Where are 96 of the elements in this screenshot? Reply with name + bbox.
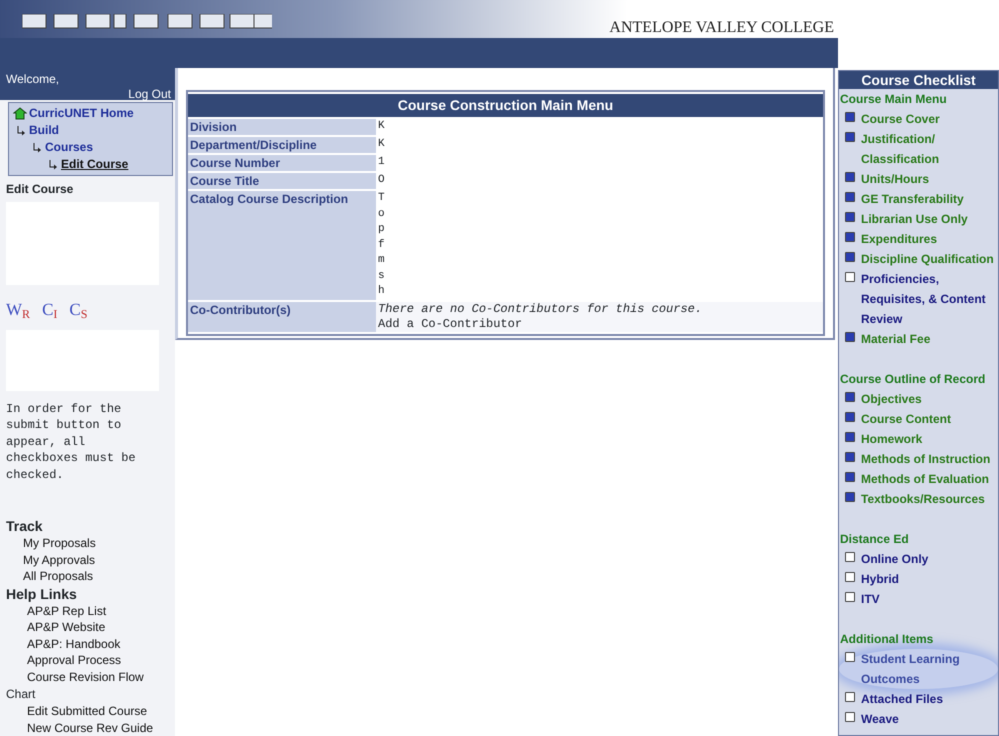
checklist-link[interactable]: Textbooks/Resources <box>861 489 985 509</box>
field-label: Course Title <box>188 173 376 189</box>
checkbox[interactable] <box>845 692 855 702</box>
checklist-link[interactable]: Online Only <box>861 549 928 569</box>
group-heading: Distance Ed <box>839 531 910 548</box>
sidebar-link[interactable]: My Proposals <box>0 535 175 552</box>
section-heading: Track <box>5 517 44 535</box>
checklist-link[interactable]: Proficiencies, Requisites, & Content Review <box>861 269 998 329</box>
checkbox[interactable] <box>845 712 855 722</box>
section-heading: Chart <box>5 686 36 703</box>
field-value: o <box>378 206 386 222</box>
checkbox[interactable] <box>845 572 855 582</box>
checklist-link[interactable]: ITV <box>861 589 880 609</box>
checkbox[interactable] <box>845 392 855 402</box>
checkbox[interactable] <box>845 552 855 562</box>
group-heading: Course Outline of Record <box>839 371 986 388</box>
sidebar-link[interactable]: AP&P Website <box>0 619 175 636</box>
checkbox[interactable] <box>845 132 855 142</box>
sidebar-link[interactable]: All Proposals <box>0 568 175 584</box>
field-value: O <box>378 173 386 188</box>
checkbox[interactable] <box>845 592 855 602</box>
field-value: 1 <box>378 155 386 170</box>
checklist-link[interactable]: Objectives <box>861 389 922 409</box>
checklist-link[interactable]: Methods of Evaluation <box>861 469 990 489</box>
section-heading: Help Links <box>5 584 78 602</box>
welcome-text: Welcome, <box>6 71 60 88</box>
checkbox[interactable] <box>845 452 855 462</box>
checklist-link[interactable]: Homework <box>861 429 922 449</box>
breadcrumb-link[interactable]: CurricUNET Home <box>29 106 134 120</box>
logout-link[interactable]: Log Out <box>128 88 171 101</box>
report-link[interactable]: W$_{R}$ <box>6 296 30 322</box>
field-label: Catalog Course Description <box>188 191 376 300</box>
table-title: Course Construction Main Menu <box>188 94 823 117</box>
college-name: ANTELOPE VALLEY COLLEGE <box>609 19 834 37</box>
house-icon <box>13 107 27 120</box>
checklist-link[interactable]: Librarian Use Only <box>861 209 968 229</box>
branch-arrow-icon <box>33 142 42 153</box>
sidebar-link[interactable]: Edit Submitted Course <box>0 703 175 720</box>
report-link[interactable]: C$_{I}$ <box>42 296 58 322</box>
checkbox[interactable] <box>845 112 855 122</box>
field-value: f <box>378 238 386 252</box>
report-link[interactable]: C$_{S}$ <box>69 296 88 322</box>
checklist-title: Course Checklist <box>839 71 998 89</box>
sidebar-heading: Edit Course <box>5 181 74 198</box>
branch-arrow-icon <box>17 126 26 136</box>
checkbox[interactable] <box>845 172 855 182</box>
checklist-link[interactable]: Course Cover <box>861 109 940 129</box>
field-value: m <box>378 253 386 268</box>
field-value: s <box>378 268 386 284</box>
checklist-link[interactable]: Material Fee <box>861 329 930 349</box>
checklist-link[interactable]: GE Transferability <box>861 189 964 209</box>
field-value: T <box>378 191 386 206</box>
checkbox[interactable] <box>845 332 855 342</box>
field-value: K <box>378 119 386 134</box>
sidebar-link[interactable]: Course Revision Flow <box>0 668 175 685</box>
sidebar-link[interactable]: Approval Process <box>0 652 175 668</box>
add-contributor-link[interactable]: Add a Co-Contributor <box>378 316 522 330</box>
branch-arrow-icon <box>49 160 58 170</box>
checklist-link[interactable]: Course Content <box>861 409 951 429</box>
group-heading: Course Main Menu <box>839 91 948 108</box>
instruction-text: In order for the submit button to appear, all checkboxes must be checked. <box>5 400 137 483</box>
breadcrumb-link[interactable]: Build <box>29 123 59 137</box>
field-label: Co-Contributor(s) <box>188 302 376 332</box>
sidebar-link[interactable]: AP&P Rep List <box>0 602 175 619</box>
sidebar-link[interactable]: My Approvals <box>0 552 175 568</box>
checklist-link[interactable]: Student Learning Outcomes <box>861 649 998 689</box>
group-heading: Additional Items <box>839 631 934 648</box>
checklist-link[interactable]: Hybrid <box>861 569 900 589</box>
checkbox[interactable] <box>845 272 855 282</box>
sidebar-link[interactable]: New Course Rev Guide <box>0 720 175 736</box>
checkbox[interactable] <box>845 232 855 242</box>
checklist-link[interactable]: Methods of Instruction <box>861 449 990 469</box>
checkbox[interactable] <box>845 412 855 422</box>
checkbox[interactable] <box>845 252 855 262</box>
checklist-link[interactable]: Units/Hours <box>861 169 930 189</box>
checkbox[interactable] <box>845 472 855 482</box>
checklist-link[interactable]: Discipline Qualification <box>861 249 994 269</box>
breadcrumb-link[interactable]: Courses <box>45 140 94 154</box>
field-label: Division <box>188 119 376 135</box>
field-label: Department/Discipline <box>188 137 376 153</box>
field-label: Course Number <box>188 155 376 171</box>
checkbox[interactable] <box>845 432 855 442</box>
checklist-link[interactable]: Weave <box>861 709 899 729</box>
breadcrumb-current[interactable]: Edit Course <box>61 157 128 171</box>
field-value: p <box>378 222 386 237</box>
field-value: K <box>378 137 386 152</box>
field-value: h <box>378 284 386 299</box>
checkbox[interactable] <box>845 492 855 502</box>
checklist-link[interactable]: Expenditures <box>861 229 938 249</box>
contributors-note: There are no Co-Contributors for this course. <box>378 302 704 316</box>
checkbox[interactable] <box>845 212 855 222</box>
checklist-link[interactable]: Attached Files <box>861 689 944 709</box>
checkbox[interactable] <box>845 652 855 662</box>
checklist-link[interactable]: Justification/ Classification <box>861 129 998 169</box>
checkbox[interactable] <box>845 192 855 202</box>
sidebar-link[interactable]: AP&P: Handbook <box>0 636 175 652</box>
